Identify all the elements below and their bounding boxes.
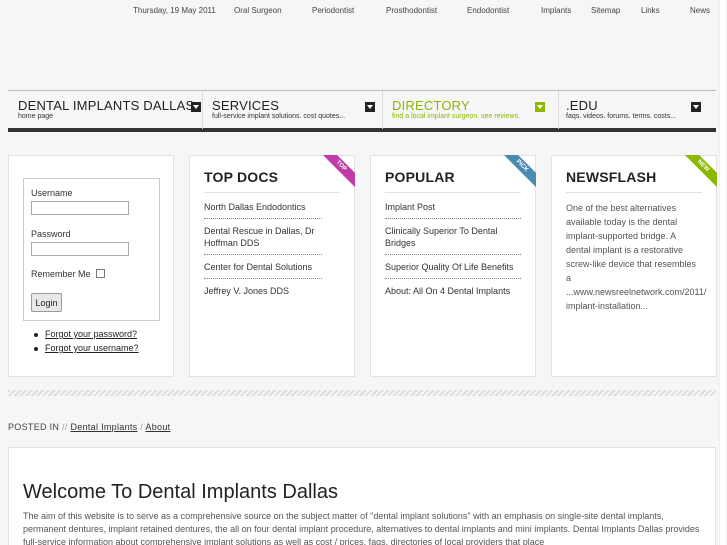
newsflash-box: NEWSFLASH NEW One of the best alternativ… — [551, 155, 717, 377]
forgot-password-link[interactable]: Forgot your password? — [31, 329, 139, 339]
separator: / — [140, 422, 144, 432]
login-links: Forgot your password? Forgot your userna… — [31, 329, 139, 357]
ribbon-label: NEW — [683, 155, 717, 189]
password-input[interactable] — [31, 242, 129, 256]
username-label: Username — [31, 188, 73, 198]
nav-separator — [558, 91, 559, 129]
toplink-prosthodontist[interactable]: Prosthodontist — [386, 6, 437, 15]
list-item[interactable]: About: All On 4 Dental Implants — [385, 285, 521, 302]
login-box: Username Password Remember Me Login Forg… — [8, 155, 174, 377]
toplink-sitemap[interactable]: Sitemap — [591, 6, 620, 15]
remember-me-checkbox[interactable] — [96, 269, 105, 278]
divider — [566, 192, 702, 193]
list-item[interactable]: Jeffrey V. Jones DDS — [204, 285, 322, 302]
posted-in: POSTED IN // Dental Implants / About — [8, 422, 170, 432]
separator: // — [62, 422, 68, 432]
nav-subtitle: find a local implant surgeon. see review… — [392, 113, 521, 120]
login-button[interactable]: Login — [31, 293, 62, 312]
nav-item-services[interactable]: SERVICES full-service implant solutions.… — [212, 91, 382, 129]
nav-item-edu[interactable]: .EDU faqs. videos. forums. terms. costs.… — [566, 91, 706, 129]
new-ribbon: NEW — [683, 155, 717, 189]
nav-title: DENTAL IMPLANTS DALLAS — [18, 98, 195, 113]
ribbon-label: PICK — [502, 155, 536, 189]
forgot-username-link[interactable]: Forgot your username? — [31, 343, 139, 353]
top-docs-box: TOP DOCS TOP North Dallas Endodontics De… — [189, 155, 355, 377]
article-body: The aim of this website is to serve as a… — [23, 511, 700, 545]
article-title: Welcome To Dental Implants Dallas — [23, 481, 338, 503]
list-item[interactable]: Superior Quality Of Life Benefits — [385, 261, 521, 279]
article: Welcome To Dental Implants Dallas The ai… — [8, 447, 716, 545]
dropdown-arrow-icon[interactable] — [691, 102, 701, 112]
current-date: Thursday, 19 May 2011 — [133, 6, 216, 15]
top-docs-title: TOP DOCS — [204, 169, 279, 185]
newsflash-title: NEWSFLASH — [566, 169, 657, 185]
nav-separator — [382, 91, 383, 129]
toplink-news[interactable]: News — [690, 6, 710, 15]
toplink-links[interactable]: Links — [641, 6, 660, 15]
ribbon-label: TOP — [321, 155, 355, 189]
dropdown-arrow-icon[interactable] — [535, 102, 545, 112]
category-link-dental-implants[interactable]: Dental Implants — [70, 422, 137, 432]
top-bar: Thursday, 19 May 2011 Oral Surgeon Perio… — [0, 0, 727, 22]
toplink-periodontist[interactable]: Periodontist — [312, 6, 354, 15]
top-docs-list: North Dallas Endodontics Dental Rescue i… — [204, 201, 322, 308]
nav-title: .EDU — [566, 98, 598, 113]
list-item[interactable]: Implant Post — [385, 201, 521, 219]
nav-item-home[interactable]: DENTAL IMPLANTS DALLAS home page — [18, 91, 202, 129]
posted-prefix: POSTED IN — [8, 422, 60, 432]
main-nav: DENTAL IMPLANTS DALLAS home page SERVICE… — [8, 90, 716, 132]
dropdown-arrow-icon[interactable] — [191, 102, 201, 112]
nav-item-directory[interactable]: DIRECTORY find a local implant surgeon. … — [392, 91, 556, 129]
login-form: Username Password Remember Me Login — [23, 178, 160, 321]
list-item[interactable]: North Dallas Endodontics — [204, 201, 322, 219]
username-input[interactable] — [31, 201, 129, 215]
popular-title: POPULAR — [385, 169, 455, 185]
list-item[interactable]: Clinically Superior To Dental Bridges — [385, 225, 521, 255]
divider — [204, 192, 340, 193]
divider — [385, 192, 521, 193]
popular-box: POPULAR PICK Implant Post Clinically Sup… — [370, 155, 536, 377]
scrollbar[interactable] — [719, 0, 727, 545]
top-ribbon: TOP — [321, 155, 355, 189]
nav-subtitle: faqs. videos. forums. terms. costs... — [566, 113, 677, 120]
pick-ribbon: PICK — [502, 155, 536, 189]
popular-list: Implant Post Clinically Superior To Dent… — [385, 201, 521, 308]
nav-subtitle: home page — [18, 113, 54, 120]
toplink-endodontist[interactable]: Endodontist — [467, 6, 509, 15]
toplink-oral-surgeon[interactable]: Oral Surgeon — [234, 6, 282, 15]
list-item[interactable]: Center for Dental Solutions — [204, 261, 322, 279]
nav-title: SERVICES — [212, 98, 280, 113]
password-label: Password — [31, 229, 71, 239]
toplink-implants[interactable]: Implants — [541, 6, 571, 15]
dropdown-arrow-icon[interactable] — [365, 102, 375, 112]
newsflash-text: One of the best alternatives available t… — [566, 203, 707, 311]
nav-separator — [202, 91, 203, 129]
nav-title: DIRECTORY — [392, 98, 470, 113]
nav-subtitle: full-service implant solutions. cost quo… — [212, 113, 346, 120]
remember-me-label: Remember Me — [31, 269, 91, 279]
section-divider — [8, 390, 716, 396]
category-link-about[interactable]: About — [145, 422, 170, 432]
list-item[interactable]: Dental Rescue in Dallas, Dr Hoffman DDS — [204, 225, 322, 255]
